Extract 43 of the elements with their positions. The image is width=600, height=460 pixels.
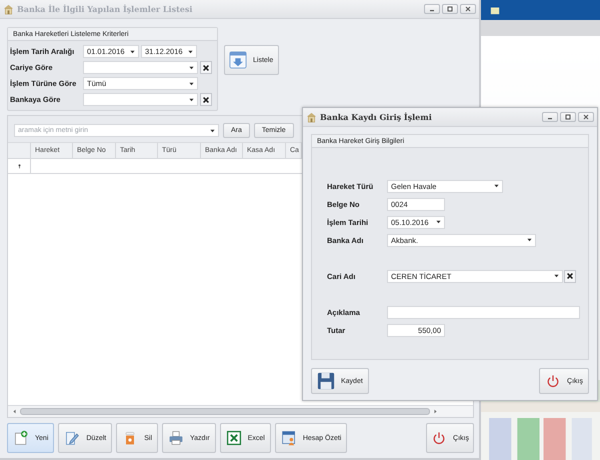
close-icon [202, 96, 210, 104]
report-person-icon [280, 429, 297, 447]
maximize-icon [563, 113, 573, 121]
maximize-button[interactable] [560, 112, 576, 122]
scroll-right-icon [434, 409, 437, 414]
house-icon [306, 112, 317, 122]
folder-icon [490, 5, 500, 15]
text-field[interactable] [387, 306, 580, 318]
dropdown-caret-icon [527, 238, 532, 242]
maximize-button[interactable] [442, 4, 458, 14]
dropdown-caret-icon [130, 50, 135, 54]
close-icon [566, 272, 574, 280]
close-icon [463, 5, 473, 13]
dropdown-caret-icon [494, 184, 499, 188]
dropdown-caret-icon [554, 274, 559, 278]
minimize-button[interactable] [424, 4, 440, 14]
window-title: Banka Kaydı Giriş İşlemi [320, 112, 432, 122]
horizontal-scrollbar[interactable] [8, 405, 473, 417]
clear-button[interactable] [200, 61, 212, 74]
dropdown-field[interactable] [83, 61, 198, 74]
close-button[interactable] [578, 112, 594, 122]
dropdown-caret-icon [189, 82, 194, 86]
pencil-document-icon [64, 429, 80, 447]
dropdown-caret-icon [188, 50, 193, 54]
maximize-icon [445, 5, 455, 13]
close-icon [202, 64, 210, 72]
printer-icon [168, 429, 184, 447]
dropdown-caret-icon [189, 98, 194, 102]
dropdown-caret-icon [210, 128, 215, 132]
new-document-icon [13, 429, 29, 447]
close-icon [581, 113, 591, 121]
dropdown-caret-icon [436, 220, 441, 224]
window-title: Banka İle İlgili Yapılan İşlemler Listesi [17, 4, 192, 14]
new-row-indicator-icon [18, 164, 20, 168]
close-button[interactable] [460, 4, 476, 14]
dropdown-caret-icon [189, 66, 194, 70]
clear-button[interactable] [564, 270, 576, 282]
spreadsheet-icon [226, 429, 242, 447]
minimize-button[interactable] [542, 112, 558, 122]
house-icon [3, 4, 14, 14]
clear-button[interactable] [200, 93, 212, 106]
dropdown-field[interactable] [83, 93, 198, 106]
scroll-left-icon [13, 409, 16, 414]
